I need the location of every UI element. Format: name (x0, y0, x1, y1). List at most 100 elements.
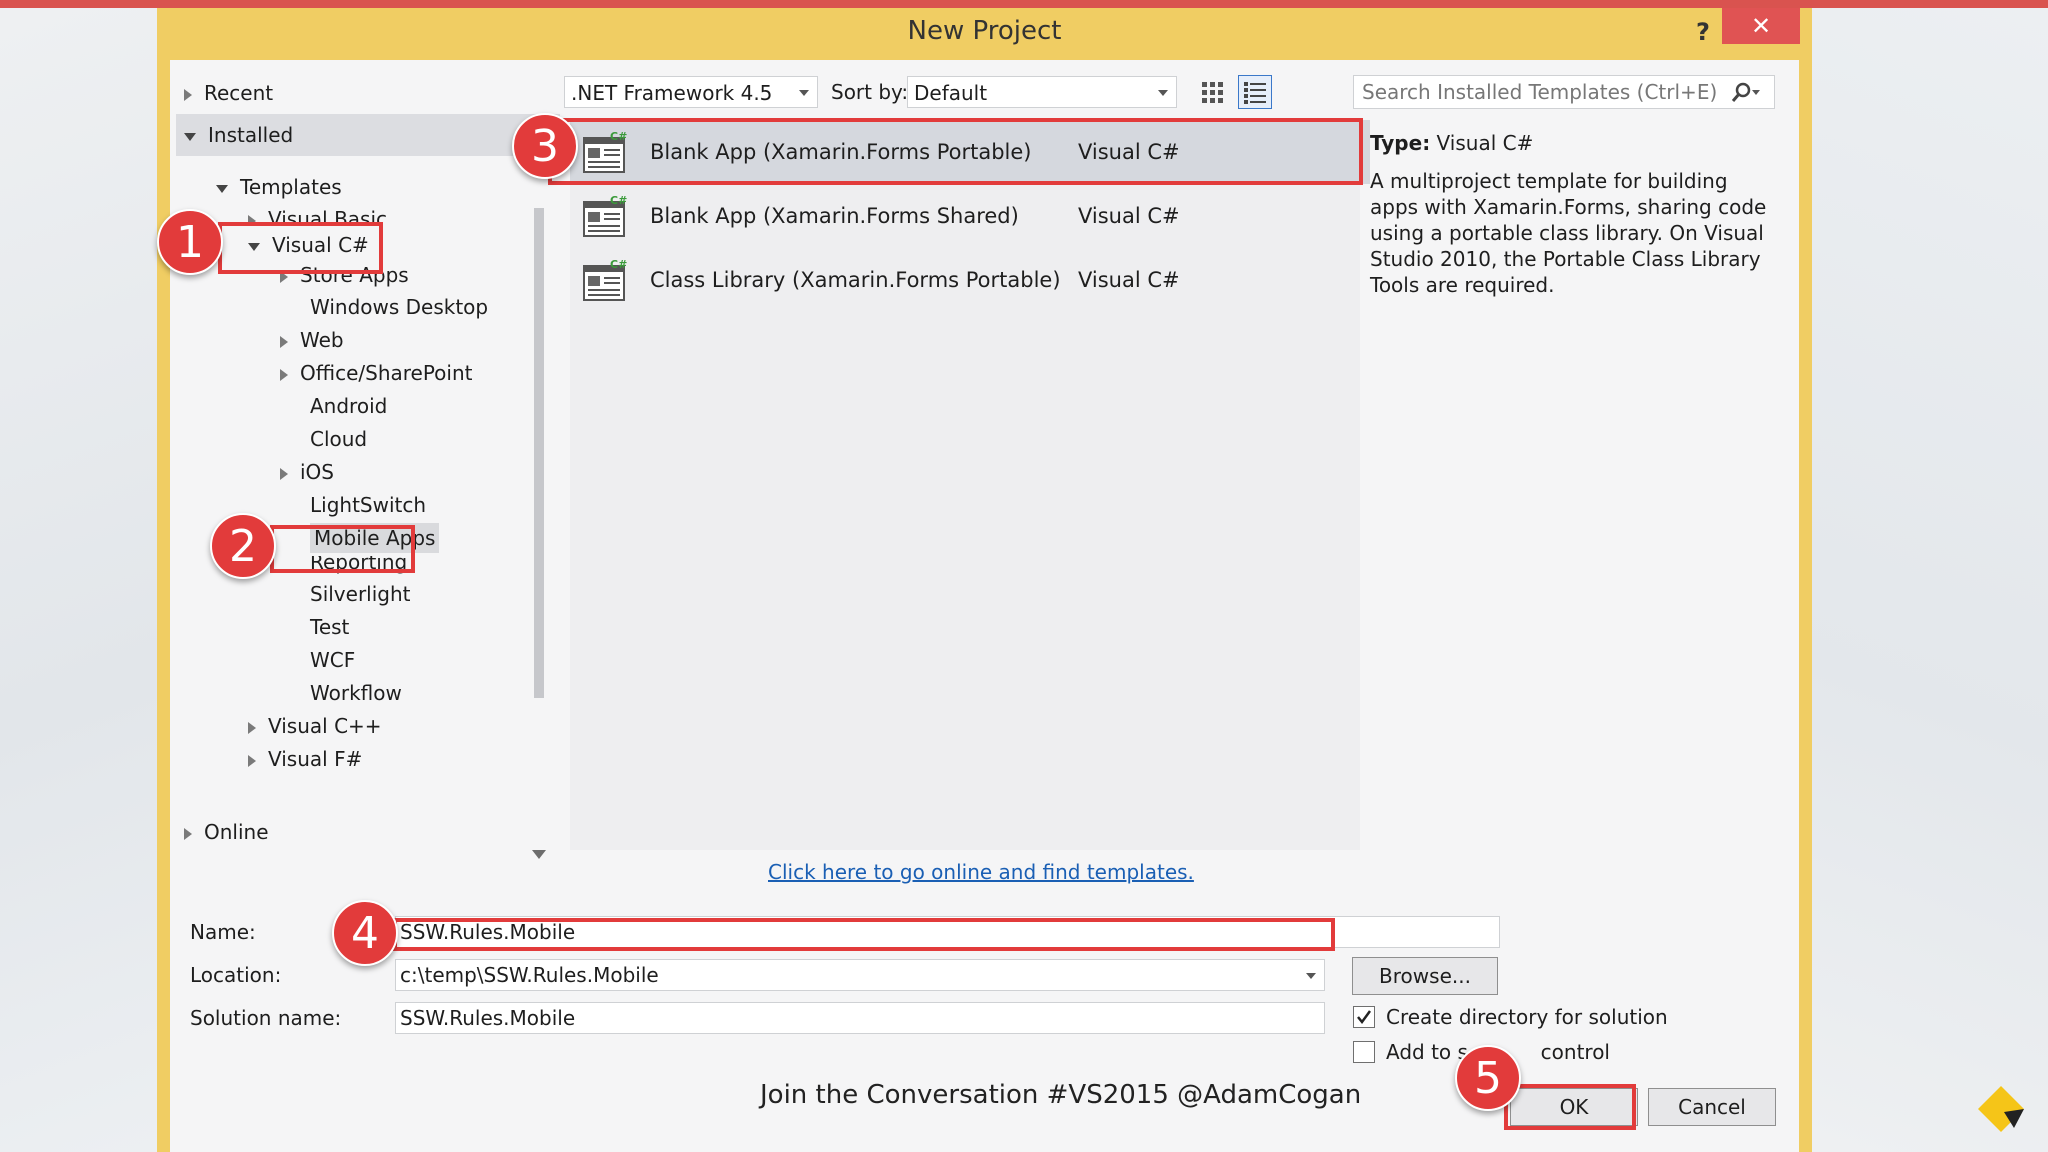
template-language: Visual C# (1078, 204, 1180, 228)
dialog-client-area: Recent Installed Templates Visual Basic … (170, 60, 1799, 1152)
create-directory-label: Create directory for solution (1386, 1005, 1668, 1029)
svg-text:C#: C# (610, 194, 627, 207)
template-list: C# Blank App (Xamarin.Forms Portable) Vi… (570, 120, 1370, 850)
find-online-templates-link[interactable]: Click here to go online and find templat… (768, 860, 1194, 884)
dropdown-arrow-icon (1306, 973, 1316, 979)
tree-item-label: Templates (240, 175, 342, 199)
expand-icon (248, 754, 256, 767)
tree-item-test[interactable]: Test (310, 612, 349, 642)
expand-icon (248, 214, 256, 222)
close-button[interactable]: ✕ (1722, 8, 1800, 44)
csharp-project-icon: C# (583, 194, 627, 237)
tree-item-cloud[interactable]: Cloud (310, 424, 367, 454)
csharp-library-icon: C# (583, 258, 627, 301)
expand-icon (280, 467, 288, 480)
tree-item-templates[interactable]: Templates (216, 172, 342, 202)
tree-item-online[interactable]: Online (184, 817, 269, 847)
tree-item-label: Installed (208, 123, 294, 147)
create-directory-checkbox[interactable] (1353, 1006, 1375, 1028)
tree-item-visual-cpp[interactable]: Visual C++ (248, 711, 382, 741)
dropdown-arrow-icon (799, 90, 809, 96)
browse-button[interactable]: Browse... (1352, 957, 1498, 995)
top-accent-strip (0, 0, 2048, 8)
tree-scrollbar[interactable] (530, 160, 548, 880)
tree-item-label: WCF (310, 648, 356, 672)
expand-icon (280, 335, 288, 348)
checkmark-icon (1357, 1010, 1372, 1025)
location-label: Location: (190, 963, 282, 987)
svg-text:C#: C# (610, 258, 627, 271)
cancel-button[interactable]: Cancel (1648, 1088, 1776, 1126)
template-language: Visual C# (1078, 268, 1180, 292)
solution-name-input[interactable]: SSW.Rules.Mobile (395, 1002, 1325, 1034)
tree-item-wcf[interactable]: WCF (310, 645, 355, 675)
tree-item-label: Office/SharePoint (300, 361, 473, 385)
expand-icon (184, 88, 192, 101)
help-button[interactable]: ? (1678, 12, 1728, 52)
template-item[interactable]: C# Blank App (Xamarin.Forms Shared) Visu… (570, 184, 1370, 248)
step-badge-1: 1 (157, 209, 223, 275)
step-badge-3: 3 (512, 113, 578, 179)
framework-select[interactable]: .NET Framework 4.5 (564, 76, 818, 108)
tree-item-label: Test (310, 615, 350, 639)
tree-item-web[interactable]: Web (280, 325, 344, 355)
template-description: Type: Visual C# A multiproject template … (1370, 130, 1770, 298)
highlight-visual-csharp (218, 222, 383, 274)
add-to-source-control-checkbox[interactable] (1353, 1041, 1375, 1063)
tree-item-workflow[interactable]: Workflow (310, 678, 402, 708)
tree-item-label: Recent (204, 81, 274, 105)
collapse-icon (184, 132, 196, 141)
list-view-button[interactable] (1238, 75, 1272, 109)
highlight-name-field (393, 918, 1335, 951)
scrollbar-thumb[interactable] (534, 208, 544, 698)
scroll-down-arrow-icon[interactable] (532, 850, 546, 859)
sort-select[interactable]: Default (907, 76, 1177, 108)
tree-item-label: Cloud (310, 427, 368, 451)
tree-item-label: Windows Desktop (310, 295, 489, 319)
tree-item-label: iOS (300, 460, 334, 484)
tree-item-installed[interactable]: Installed (184, 120, 293, 150)
template-name: Blank App (Xamarin.Forms Shared) (650, 204, 1019, 228)
tree-item-visual-basic[interactable]: Visual Basic (248, 204, 387, 222)
title-bar: New Project ? ✕ (157, 8, 1812, 60)
name-label: Name: (190, 920, 256, 944)
template-name: Class Library (Xamarin.Forms Portable) (650, 268, 1061, 292)
tree-item-label: LightSwitch (310, 493, 427, 517)
location-value: c:\temp\SSW.Rules.Mobile (400, 963, 659, 987)
location-combo[interactable]: c:\temp\SSW.Rules.Mobile (395, 959, 1325, 991)
add-source-prefix: Add to s (1386, 1040, 1468, 1064)
tree-item-label: Silverlight (310, 582, 411, 606)
tree-item-silverlight[interactable]: Silverlight (310, 579, 411, 609)
search-icon[interactable] (1730, 82, 1760, 104)
search-placeholder: Search Installed Templates (Ctrl+E) (1362, 80, 1718, 104)
tree-item-recent[interactable]: Recent (184, 78, 273, 108)
add-source-suffix: control (1540, 1040, 1610, 1064)
tree-item-label: Visual Basic (268, 207, 388, 222)
highlight-mobile-apps (270, 525, 415, 573)
collapse-icon (216, 184, 228, 193)
step-badge-2: 2 (210, 513, 276, 579)
template-tree: Recent Installed Templates Visual Basic … (170, 60, 560, 890)
sort-by-label: Sort by: (831, 80, 909, 104)
template-item[interactable]: C# Class Library (Xamarin.Forms Portable… (570, 248, 1370, 312)
tree-item-windows-desktop[interactable]: Windows Desktop (310, 292, 488, 322)
solution-name-label: Solution name: (190, 1006, 342, 1030)
tree-item-label: Workflow (310, 681, 402, 705)
medium-icons-view-button[interactable] (1195, 75, 1229, 109)
highlight-template-selection (548, 118, 1363, 185)
search-templates-input[interactable]: Search Installed Templates (Ctrl+E) (1353, 75, 1775, 109)
dropdown-arrow-icon (1158, 90, 1168, 96)
tree-item-label: Visual C++ (268, 714, 382, 738)
tree-item-label: Visual F# (268, 747, 363, 771)
tree-item-android[interactable]: Android (310, 391, 387, 421)
step-badge-5: 5 (1455, 1045, 1521, 1111)
tree-item-lightswitch[interactable]: LightSwitch (310, 490, 426, 520)
step-badge-4: 4 (332, 900, 398, 966)
tree-item-ios[interactable]: iOS (280, 457, 334, 487)
tree-item-visual-fsharp[interactable]: Visual F# (248, 744, 362, 774)
highlight-ok-button (1504, 1084, 1636, 1130)
tree-item-office-sharepoint[interactable]: Office/SharePoint (280, 358, 473, 388)
type-value: Visual C# (1436, 131, 1534, 155)
background-right (1812, 8, 2048, 1152)
footer-caption: Join the Conversation #VS2015 @AdamCogan (760, 1080, 1362, 1110)
